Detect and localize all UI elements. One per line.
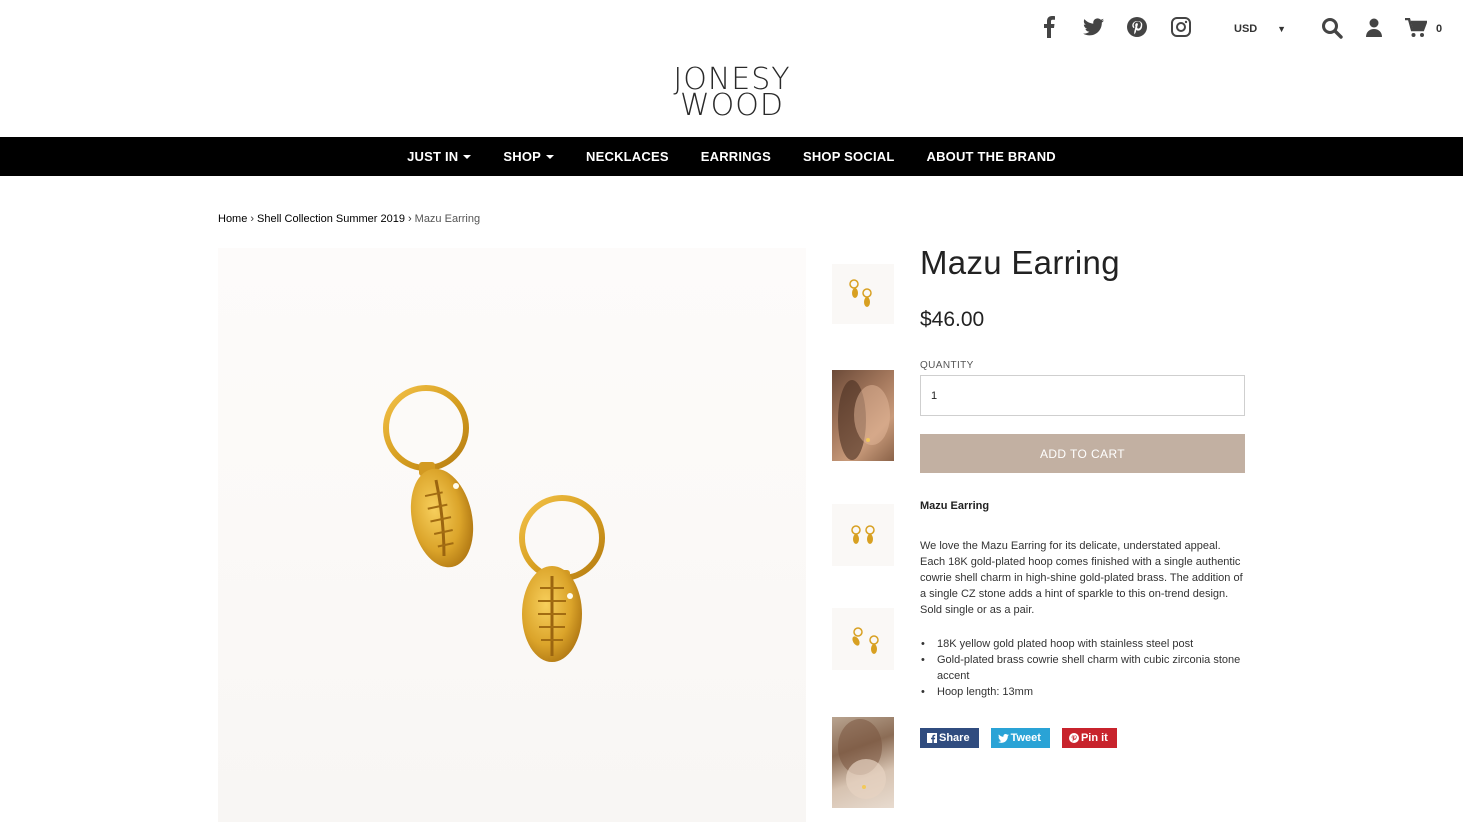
user-icon[interactable] [1360,14,1388,42]
twitter-icon [997,733,1009,743]
pinterest-share-button[interactable]: Pin it [1061,728,1117,748]
twitter-share-button[interactable]: Tweet [990,728,1050,748]
earring-pair-illustration [383,385,605,662]
main-nav: JUST IN SHOP NECKLACES EARRINGS SHOP SOC… [0,137,1463,176]
product-main-image[interactable] [218,248,806,822]
utility-icons: 0 [1318,14,1442,42]
share-buttons: Share Tweet Pin it [920,728,1246,748]
feature-item: Gold-plated brass cowrie shell charm wit… [920,652,1246,684]
product-title: Mazu Earring [920,244,1120,281]
product-price: $46.00 [920,308,985,331]
product-thumbnail[interactable] [832,608,894,670]
share-label: Pin it [1080,732,1108,744]
cart-count[interactable]: 0 [1436,23,1442,35]
chevron-down-icon: ▼ [1277,24,1286,34]
nav-item-just-in[interactable]: JUST IN [391,137,487,176]
pinterest-icon[interactable] [1124,14,1150,40]
product-thumbnail[interactable] [832,504,894,566]
currency-selector[interactable]: USD ▼ [1226,18,1292,40]
breadcrumb: Home › Shell Collection Summer 2019 › Mazu E… [218,213,480,225]
product-thumbnail[interactable] [832,264,894,324]
nav-item-shop-social[interactable]: SHOP SOCIAL [787,137,911,176]
breadcrumb-separator: › [250,213,255,225]
product-thumbnail[interactable] [832,370,894,461]
nav-item-earrings[interactable]: EARRINGS [685,137,787,176]
top-utility-bar: USD ▼ 0 [0,0,1463,60]
facebook-icon[interactable] [1036,14,1062,40]
twitter-icon[interactable] [1080,14,1106,40]
nav-item-necklaces[interactable]: NECKLACES [570,137,685,176]
feature-item: 18K yellow gold plated hoop with stainle… [920,636,1246,652]
brand-logo[interactable]: JONESY WOOD [664,65,800,126]
add-to-cart-button[interactable]: ADD TO CART [920,434,1245,473]
product-description: We love the Mazu Earring for its delicat… [920,540,1243,616]
search-icon[interactable] [1318,14,1346,42]
social-links [1036,14,1194,40]
breadcrumb-separator: › [407,213,412,225]
pinterest-icon [1068,733,1079,743]
share-label: Share [939,732,970,744]
facebook-icon [927,733,937,743]
product-details: Mazu Earring $46.00 QUANTITY ADD TO CART… [920,244,1246,748]
breadcrumb-collection[interactable]: Shell Collection Summer 2019 [257,213,405,225]
product-thumbnail[interactable] [832,717,894,808]
quantity-label: QUANTITY [920,360,974,371]
nav-item-about-the-brand[interactable]: ABOUT THE BRAND [910,137,1071,176]
feature-item: Hoop length: 13mm [920,684,1246,700]
cart-icon[interactable] [1402,14,1430,42]
quantity-input[interactable] [920,375,1245,416]
description-title: Mazu Earring [920,500,990,512]
logo-line-2: WOOD [680,88,784,123]
facebook-share-button[interactable]: Share [920,728,979,748]
breadcrumb-home[interactable]: Home [218,213,247,225]
currency-value: USD [1234,23,1258,35]
product-features: 18K yellow gold plated hoop with stainle… [920,636,1246,700]
share-label: Tweet [1010,732,1041,744]
breadcrumb-current: Mazu Earring [414,213,481,225]
nav-item-shop[interactable]: SHOP [487,137,570,176]
instagram-icon[interactable] [1168,14,1194,40]
